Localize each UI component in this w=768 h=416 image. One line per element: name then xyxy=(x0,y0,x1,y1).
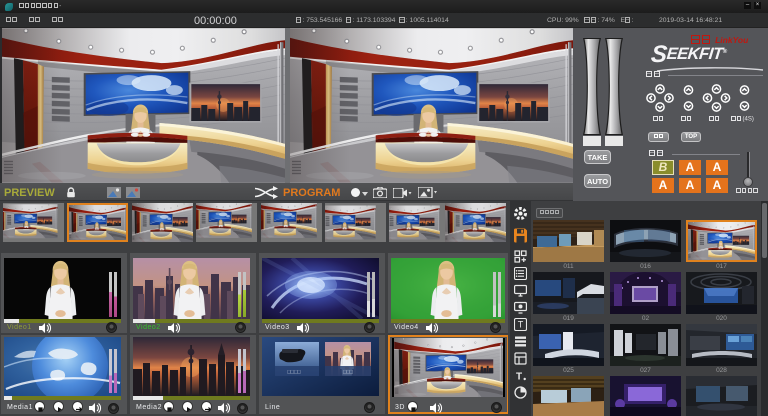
svg-text:T: T xyxy=(518,320,524,330)
svg-text:□□□: □□□ xyxy=(343,370,354,376)
svg-text:□□□□: □□□□ xyxy=(287,370,301,376)
svg-text:T: T xyxy=(516,372,522,383)
